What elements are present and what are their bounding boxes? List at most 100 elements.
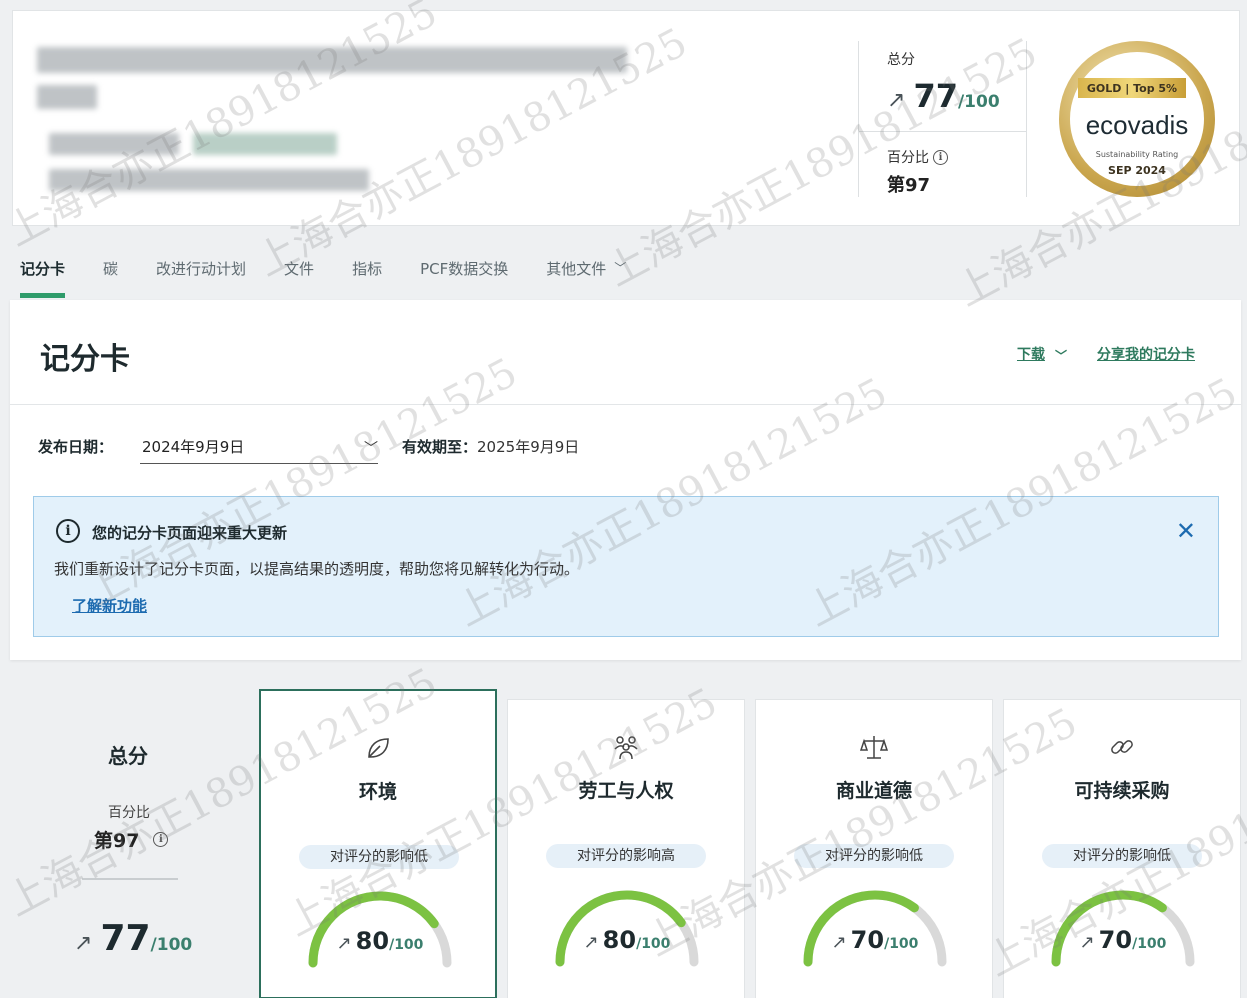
tab-other-documents[interactable]: 其他文件 ﹀ <box>546 258 626 300</box>
medal-date: SEP 2024 <box>1108 164 1166 177</box>
trend-up-icon: ↗ <box>336 933 352 954</box>
divider <box>1026 41 1027 197</box>
divider <box>10 404 1241 405</box>
update-notice: i 您的记分卡页面迎来重大更新 我们重新设计了记分卡页面，以提高结果的透明度，帮… <box>33 496 1219 637</box>
publish-date-value: 2024年9月9日 <box>142 438 245 456</box>
score-gauge: ↗ 80 /100 <box>303 883 457 983</box>
tab-label: 记分卡 <box>20 260 66 278</box>
download-button[interactable]: 下载 ﹀ <box>1017 344 1067 364</box>
chevron-down-icon: ﹀ <box>1054 349 1067 363</box>
percentile-value: 第97 <box>887 175 931 196</box>
tab-metrics[interactable]: 指标 <box>352 258 382 300</box>
nav-tabs: 记分卡 碳 改进行动计划 文件 指标 PCF数据交换 其他文件 ﹀ <box>20 258 664 300</box>
company-header-card: 总分 ↗ 77 /100 百分比 i 第97 GOLD | Top 5% eco… <box>12 10 1240 226</box>
tab-scorecard[interactable]: 记分卡 <box>20 258 66 300</box>
info-icon: i <box>56 519 80 543</box>
valid-until: 有效期至：2025年9月9日 <box>402 436 579 457</box>
theme-name: 劳工与人权 <box>578 780 674 802</box>
summary-score-value: 77 <box>100 918 151 959</box>
tab-pcf-exchange[interactable]: PCF数据交换 <box>420 258 508 300</box>
publish-date-label: 发布日期： <box>38 438 114 456</box>
medal-subtitle: Sustainability Rating <box>1095 150 1179 159</box>
theme-score-value: 80 <box>355 927 390 955</box>
company-info-redacted <box>49 133 179 155</box>
theme-score-max: /100 <box>636 936 671 952</box>
trend-up-icon: ↗ <box>74 931 93 956</box>
summary-score: ↗ 77 /100 <box>74 918 192 959</box>
tab-documents[interactable]: 文件 <box>284 258 314 300</box>
theme-score-max: /100 <box>1132 936 1167 952</box>
total-score-label: 总分 <box>887 52 915 68</box>
divider <box>82 878 178 880</box>
company-link-redacted <box>193 133 337 155</box>
impact-badge: 对评分的影响低 <box>1042 844 1202 868</box>
chevron-down-icon: ﹀ <box>614 261 627 275</box>
medal-brand: ecovadis <box>1085 110 1189 140</box>
trend-up-icon: ↗ <box>831 932 847 953</box>
summary-percentile: 第97 i <box>94 826 169 853</box>
theme-score-value: 80 <box>602 926 637 954</box>
info-icon[interactable]: i <box>933 149 948 165</box>
medal-ribbon: GOLD | Top 5% <box>1078 78 1186 98</box>
theme-card-labor-human-rights[interactable]: 劳工与人权 对评分的影响高 ↗ 80 /100 <box>507 699 745 998</box>
chevron-down-icon: ﹀ <box>364 440 378 457</box>
percentile-label-text: 百分比 <box>887 150 929 166</box>
theme-score-max: /100 <box>389 937 424 953</box>
info-icon[interactable]: i <box>153 832 169 847</box>
impact-badge: 对评分的影响低 <box>794 844 954 868</box>
trend-up-icon: ↗ <box>1079 932 1095 953</box>
notice-title: 您的记分卡页面迎来重大更新 <box>92 524 288 542</box>
learn-features-link[interactable]: 了解新功能 <box>72 595 147 616</box>
score-gauge: ↗ 80 /100 <box>550 882 704 982</box>
company-address-redacted <box>49 169 369 191</box>
medal-inner: GOLD | Top 5% ecovadis Sustainability Ra… <box>1070 52 1204 186</box>
theme-score: ↗ 80 /100 <box>303 927 457 955</box>
tab-action-plan[interactable]: 改进行动计划 <box>156 258 246 300</box>
page-title: 记分卡 <box>40 342 130 377</box>
theme-score: ↗ 70 /100 <box>798 926 952 954</box>
theme-card-sustainable-procurement[interactable]: 可持续采购 对评分的影响低 ↗ 70 /100 <box>1003 699 1241 998</box>
panel-actions: 下载 ﹀ 分享我的记分卡 <box>1017 344 1195 364</box>
summary-percentile-value: 第97 <box>94 830 140 852</box>
theme-score-max: /100 <box>884 936 919 952</box>
publish-date-select[interactable]: 2024年9月9日 ﹀ <box>140 430 378 464</box>
scorecard-panel: 记分卡 下载 ﹀ 分享我的记分卡 发布日期： 2024年9月9日 ﹀ 有效期至：2… <box>10 300 1241 660</box>
theme-score: ↗ 70 /100 <box>1046 926 1200 954</box>
trend-up-icon: ↗ <box>583 932 599 953</box>
close-icon[interactable]: ✕ <box>1176 517 1196 545</box>
theme-card-environment[interactable]: 环境 对评分的影响低 ↗ 80 /100 <box>259 689 497 998</box>
theme-name: 可持续采购 <box>1074 780 1170 802</box>
summary-title: 总分 <box>108 744 148 768</box>
share-scorecard-link[interactable]: 分享我的记分卡 <box>1097 344 1195 364</box>
theme-name: 商业道德 <box>835 780 912 802</box>
theme-name: 环境 <box>358 781 397 803</box>
tab-label: 碳 <box>103 260 119 278</box>
company-name-redacted <box>37 47 627 73</box>
tab-label: 文件 <box>284 260 315 278</box>
divider <box>858 41 859 197</box>
theme-card-ethics[interactable]: 商业道德 对评分的影响低 ↗ 70 /100 <box>755 699 993 998</box>
theme-score: ↗ 80 /100 <box>550 926 704 954</box>
theme-score-value: 70 <box>1098 926 1133 954</box>
total-score: ↗ 77 /100 <box>887 77 1000 115</box>
company-subname-redacted <box>37 85 97 109</box>
tab-label: 指标 <box>352 260 383 278</box>
total-score-value: 77 <box>913 77 958 115</box>
theme-score-value: 70 <box>850 926 885 954</box>
scales-icon <box>756 732 992 768</box>
total-score-max: /100 <box>957 92 1000 112</box>
divider <box>858 131 1026 132</box>
trend-up-icon: ↗ <box>887 88 906 113</box>
link-icon <box>1004 732 1240 768</box>
summary-percentile-label: 百分比 <box>108 805 150 821</box>
leaf-icon <box>261 733 495 769</box>
impact-badge: 对评分的影响高 <box>546 844 706 868</box>
valid-until-label: 有效期至： <box>402 438 478 456</box>
tab-label: PCF数据交换 <box>420 260 509 278</box>
impact-badge: 对评分的影响低 <box>299 845 459 869</box>
tab-carbon[interactable]: 碳 <box>103 258 118 300</box>
download-label: 下载 <box>1016 347 1045 363</box>
tab-label: 其他文件 <box>546 260 607 278</box>
summary-score-max: /100 <box>150 935 193 955</box>
ecovadis-gold-medal: GOLD | Top 5% ecovadis Sustainability Ra… <box>1059 41 1215 197</box>
